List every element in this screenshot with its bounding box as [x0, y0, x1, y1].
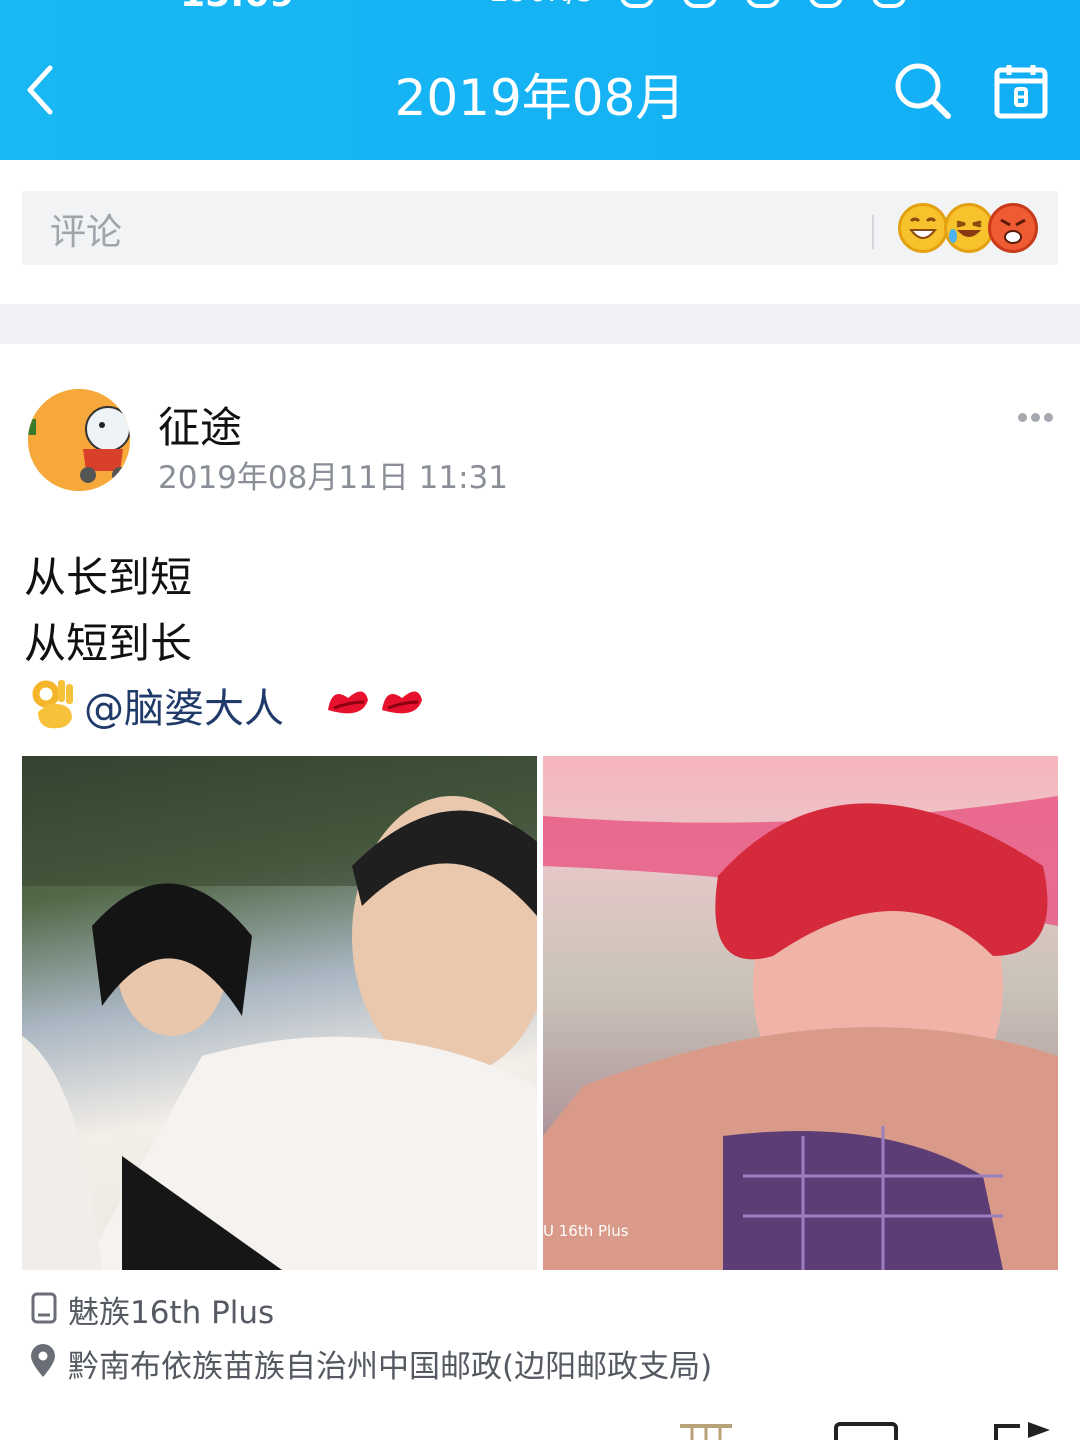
page-title: 2019年08月: [394, 69, 686, 127]
search-icon: [895, 63, 951, 119]
portrait-photo: [543, 796, 1058, 1270]
status-bar: 15:09 290K/s: [0, 0, 1080, 18]
dot-icon: [1031, 413, 1040, 422]
comment-icon[interactable]: [834, 1420, 898, 1440]
wifi-icon: [809, 0, 844, 8]
bluetooth-icon: [620, 0, 654, 8]
selfie-photo: [22, 756, 537, 1270]
signal-icon: [746, 0, 781, 8]
post-photo-1[interactable]: [22, 756, 537, 1270]
ok-hand-icon: [32, 680, 73, 729]
location-name: 黔南布依族苗族自治州中国邮政(边阳邮政支局): [68, 1349, 713, 1385]
photo-watermark: U 16th Plus: [543, 1222, 629, 1240]
location-pin-icon: [31, 1344, 55, 1377]
dot-icon: [1018, 413, 1027, 422]
avatar[interactable]: [28, 389, 130, 491]
search-button[interactable]: [892, 60, 952, 120]
avatar-cartoon-icon: [28, 389, 130, 491]
share-icon[interactable]: [992, 1420, 1056, 1440]
post-text-line-1: 从长到短: [24, 553, 193, 602]
post-username[interactable]: 征途: [158, 394, 242, 455]
battery-icon: [872, 0, 907, 8]
device-name: 魅族16th Plus: [68, 1295, 275, 1331]
back-button[interactable]: [20, 60, 70, 120]
kiss-mark-icon: [328, 691, 368, 714]
comment-placeholder: 评论: [50, 212, 123, 253]
mention-link[interactable]: @脑婆大人: [84, 676, 284, 734]
section-divider: [0, 304, 1080, 344]
hd-icon: [683, 0, 718, 8]
top-app-bar: 15:09 290K/s 2019年08月: [0, 0, 1080, 160]
status-time: 15:09: [180, 0, 295, 15]
dot-icon: [1044, 413, 1053, 422]
gift-icon[interactable]: [678, 1420, 734, 1440]
calendar-icon: [994, 65, 1048, 119]
calendar-button[interactable]: [992, 62, 1050, 120]
kiss-mark-icon: [382, 691, 422, 714]
back-chevron-icon: [27, 65, 53, 115]
post-photo-2[interactable]: U 16th Plus: [543, 756, 1058, 1270]
comment-input[interactable]: 评论: [22, 191, 1058, 265]
phone-icon: [31, 1292, 57, 1324]
laughing-crying-face-icon[interactable]: [944, 203, 994, 253]
angry-face-icon[interactable]: [988, 203, 1038, 253]
divider: [872, 215, 874, 249]
status-icons: [620, 0, 1040, 10]
grinning-face-icon[interactable]: [898, 203, 948, 253]
post-timestamp: 2019年08月11日 11:31: [158, 460, 508, 496]
more-options-button[interactable]: [1018, 404, 1064, 432]
post-text-line-2: 从短到长: [24, 619, 193, 668]
status-network-speed: 290K/s: [490, 0, 593, 9]
